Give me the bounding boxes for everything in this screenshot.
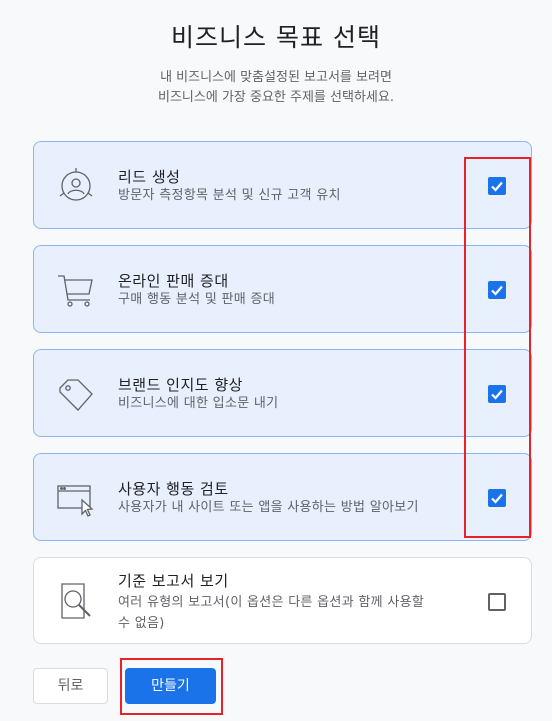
create-button-highlight-box [120, 658, 223, 715]
option-card-brand-awareness[interactable]: 브랜드 인지도 향상 비즈니스에 대한 입소문 내기 [33, 349, 532, 437]
shopping-cart-icon [54, 268, 98, 312]
option-description: 비즈니스에 대한 입소문 내기 [118, 396, 279, 411]
report-magnifier-icon [54, 580, 98, 624]
option-description: 구매 행동 분석 및 판매 증대 [118, 292, 276, 307]
option-title: 기준 보고서 보기 [118, 572, 229, 590]
option-title: 온라인 판매 증대 [118, 272, 229, 290]
option-card-online-sales[interactable]: 온라인 판매 증대 구매 행동 분석 및 판매 증대 [33, 245, 532, 333]
option-card-baseline-reports[interactable]: 기준 보고서 보기 여러 유형의 보고서(이 옵션은 다른 옵션과 함께 사용할… [33, 557, 532, 644]
option-description: 방문자 측정항목 분석 및 신규 고객 유치 [118, 188, 341, 203]
lead-generation-icon [54, 164, 98, 208]
option-checkbox-baseline-reports[interactable] [488, 593, 506, 611]
option-card-user-behavior[interactable]: 사용자 행동 검토 사용자가 내 사이트 또는 앱을 사용하는 방법 알아보기 [33, 453, 532, 541]
checkbox-highlight-box [464, 157, 531, 538]
subtitle-line-2: 비즈니스에 가장 중요한 주제를 선택하세요. [158, 90, 394, 105]
option-description: 사용자가 내 사이트 또는 앱을 사용하는 방법 알아보기 [118, 500, 419, 515]
subtitle-line-1: 내 비즈니스에 맞춤설정된 보고서를 보려면 [160, 70, 392, 85]
option-card-lead-generation[interactable]: 리드 생성 방문자 측정항목 분석 및 신규 고객 유치 [33, 141, 532, 229]
option-title: 리드 생성 [118, 168, 181, 186]
browser-cursor-icon [54, 476, 98, 520]
back-button[interactable]: 뒤로 [33, 668, 108, 704]
page-title: 비즈니스 목표 선택 [171, 23, 381, 52]
page-subtitle: 내 비즈니스에 맞춤설정된 보고서를 보려면 비즈니스에 가장 중요한 주제를 … [0, 68, 552, 108]
price-tag-icon [54, 374, 98, 418]
business-objectives-page: 비즈니스 목표 선택 내 비즈니스에 맞춤설정된 보고서를 보려면 비즈니스에 … [0, 0, 552, 721]
option-title: 사용자 행동 검토 [118, 480, 229, 498]
option-description: 여러 유형의 보고서(이 옵션은 다른 옵션과 함께 사용할 수 없음) [118, 595, 425, 631]
option-title: 브랜드 인지도 향상 [118, 376, 243, 394]
